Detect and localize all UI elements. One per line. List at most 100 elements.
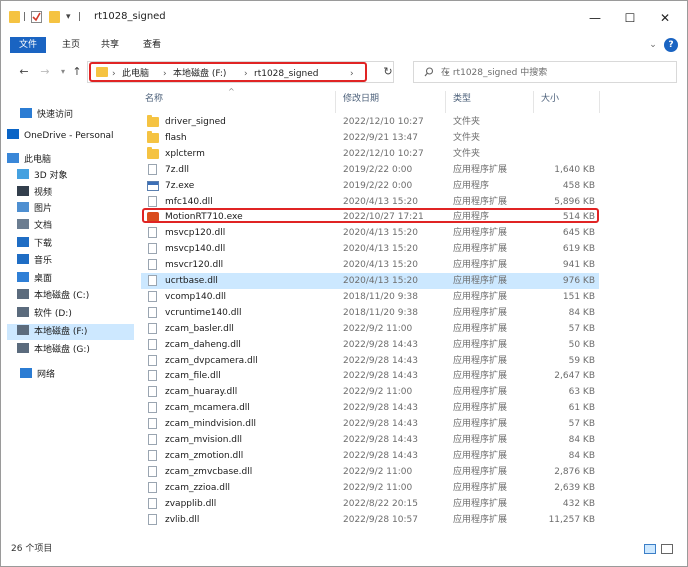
dll-file-icon: [148, 322, 157, 334]
file-size: 151 KB: [562, 291, 595, 302]
file-size: 941 KB: [562, 260, 595, 271]
dll-file-icon: [148, 434, 157, 445]
breadcrumb-current-folder[interactable]: rt1028_signed: [254, 68, 319, 80]
table-row[interactable]: zcam_basler.dll 2022/9/2 11:00 应用程序扩展 57 KB: [141, 321, 599, 337]
sidebar-item-label: 快速访问: [37, 110, 74, 120]
table-row[interactable]: zcam_mvision.dll 2022/9/28 14:43 应用程序扩展 84 …: [141, 432, 599, 448]
recent-locations-button[interactable]: ▾: [56, 64, 70, 80]
sidebar-item[interactable]: OneDrive - Personal: [7, 128, 134, 144]
sidebar-item[interactable]: 本地磁盘 (F:): [7, 324, 134, 340]
up-button[interactable]: ↑: [70, 64, 84, 80]
file-type: 应用程序: [453, 180, 490, 191]
table-row[interactable]: zcam_zmotion.dll 2022/9/28 14:43 应用程序扩展 84 …: [141, 448, 599, 464]
column-header-date[interactable]: 修改日期: [343, 91, 379, 107]
sidebar-item[interactable]: 视频: [7, 185, 134, 201]
sidebar-item[interactable]: 本地磁盘 (C:): [7, 288, 134, 304]
table-row[interactable]: zcam_zzioa.dll 2022/9/2 11:00 应用程序扩展 2,639 …: [141, 480, 599, 496]
properties-icon[interactable]: [31, 11, 42, 23]
sidebar-item-label: OneDrive - Personal: [24, 131, 114, 141]
table-row[interactable]: zcam_zmvcbase.dll 2022/9/2 11:00 应用程序扩展 2,8…: [141, 464, 599, 480]
sidebar-item[interactable]: 桌面: [7, 271, 134, 287]
table-row[interactable]: 7z.dll 2019/2/22 0:00 应用程序扩展 1,640 KB: [141, 162, 599, 178]
sidebar-item[interactable]: 此电脑: [7, 152, 134, 168]
column-separator[interactable]: [533, 91, 534, 113]
sidebar-item[interactable]: 音乐: [7, 253, 134, 269]
forward-button[interactable]: →: [38, 64, 52, 80]
file-type: 文件夹: [453, 117, 481, 127]
table-row[interactable]: zcam_mcamera.dll 2022/9/28 14:43 应用程序扩展 61 …: [141, 400, 599, 416]
address-highlight: › 此电脑 › 本地磁盘 (F:) › rt1028_signed ›: [89, 62, 367, 82]
close-button[interactable]: ✕: [647, 7, 683, 29]
dll-file-icon: [148, 370, 157, 382]
table-row[interactable]: vcomp140.dll 2018/11/20 9:38 应用程序扩展 151 KB: [141, 289, 599, 305]
tab-file[interactable]: 文件: [10, 37, 46, 53]
file-date: 2020/4/13 15:20: [343, 244, 418, 255]
file-type: 应用程序扩展: [453, 514, 508, 525]
breadcrumb-this-pc[interactable]: 此电脑: [122, 68, 149, 80]
expand-ribbon-button[interactable]: ⌄: [647, 37, 659, 53]
dll-file-icon: [148, 513, 157, 525]
sidebar-item[interactable]: 网络: [7, 367, 134, 383]
folder-icon: [9, 11, 20, 23]
column-header-type[interactable]: 类型: [453, 91, 471, 107]
table-row[interactable]: zcam_file.dll 2022/9/28 14:43 应用程序扩展 2,647 …: [141, 368, 599, 384]
sidebar-item[interactable]: 本地磁盘 (G:): [7, 342, 134, 358]
column-header-name[interactable]: 名称: [145, 91, 163, 107]
back-button[interactable]: ←: [17, 64, 31, 80]
tab-share[interactable]: 共享: [95, 37, 125, 53]
sidebar-item[interactable]: 3D 对象: [7, 168, 134, 184]
tab-view[interactable]: 查看: [137, 37, 167, 53]
sidebar-item[interactable]: 快速访问: [7, 107, 134, 123]
file-type: 应用程序扩展: [453, 355, 508, 366]
sidebar-item[interactable]: 图片: [7, 201, 134, 217]
file-name: xplcterm: [165, 148, 205, 159]
table-row[interactable]: zcam_mindvision.dll 2022/9/28 14:43 应用程序扩展…: [141, 416, 599, 432]
column-separator[interactable]: [335, 91, 336, 113]
table-row[interactable]: driver_signed 2022/12/10 10:27 文件夹: [141, 114, 599, 130]
drive-c-icon: [17, 289, 29, 299]
sidebar-item[interactable]: 下载: [7, 236, 134, 252]
sidebar-item[interactable]: 文档: [7, 218, 134, 234]
table-row[interactable]: 7z.exe 2019/2/22 0:00 应用程序 458 KB: [141, 178, 599, 194]
help-button[interactable]: ?: [664, 38, 678, 52]
file-size: 61 KB: [568, 403, 595, 414]
sidebar-item[interactable]: 软件 (D:): [7, 306, 134, 322]
picture-icon: [17, 202, 29, 212]
table-row[interactable]: vcruntime140.dll 2018/11/20 9:38 应用程序扩展 84 …: [141, 305, 599, 321]
dll-file-icon: [148, 465, 157, 477]
search-input[interactable]: 在 rt1028_signed 中搜索: [413, 61, 677, 83]
tab-home[interactable]: 主页: [56, 37, 86, 53]
file-name: zcam_huaray.dll: [165, 387, 238, 398]
column-separator[interactable]: [445, 91, 446, 113]
column-separator[interactable]: [599, 91, 600, 113]
table-row[interactable]: ucrtbase.dll 2020/4/13 15:20 应用程序扩展 976 KB: [141, 273, 599, 289]
table-row[interactable]: msvcr120.dll 2020/4/13 15:20 应用程序扩展 941 KB: [141, 257, 599, 273]
table-row[interactable]: zvapplib.dll 2022/8/22 20:15 应用程序扩展 432 KB: [141, 496, 599, 512]
new-folder-icon[interactable]: [49, 11, 60, 23]
table-row[interactable]: zcam_daheng.dll 2022/9/28 14:43 应用程序扩展 50 K…: [141, 337, 599, 353]
table-row[interactable]: zcam_huaray.dll 2022/9/2 11:00 应用程序扩展 63 KB: [141, 384, 599, 400]
file-date: 2022/8/22 20:15: [343, 498, 418, 509]
file-size: 57 KB: [568, 323, 595, 334]
breadcrumb-drive-f[interactable]: 本地磁盘 (F:): [173, 68, 226, 80]
dll-file-icon: [148, 481, 157, 493]
minimize-button[interactable]: —: [577, 7, 613, 29]
column-header-size[interactable]: 大小: [541, 91, 559, 107]
large-icons-view-icon[interactable]: [661, 544, 673, 554]
file-name: 7z.dll: [165, 164, 190, 175]
file-size: 2,639 KB: [554, 482, 595, 493]
file-date: 2022/12/10 10:27: [343, 117, 424, 127]
table-row[interactable]: msvcp120.dll 2020/4/13 15:20 应用程序扩展 645 KB: [141, 225, 599, 241]
table-row[interactable]: xplcterm 2022/12/10 10:27 文件夹: [141, 146, 599, 162]
quick-access-dropdown[interactable]: ▾: [66, 10, 71, 24]
maximize-button[interactable]: ☐: [612, 7, 648, 29]
table-row[interactable]: zcam_dvpcamera.dll 2022/9/28 14:43 应用程序扩展 5…: [141, 353, 599, 369]
file-name: vcruntime140.dll: [165, 307, 242, 318]
table-row[interactable]: zvlib.dll 2022/9/28 10:57 应用程序扩展 11,257 KB: [141, 512, 599, 528]
refresh-button[interactable]: ↻: [381, 64, 395, 80]
table-row[interactable]: flash 2022/9/21 13:47 文件夹: [141, 130, 599, 146]
file-type: 应用程序扩展: [453, 260, 508, 271]
details-view-icon[interactable]: [644, 544, 656, 554]
table-row[interactable]: msvcp140.dll 2020/4/13 15:20 应用程序扩展 619 KB: [141, 241, 599, 257]
file-date: 2022/9/2 11:00: [343, 466, 413, 477]
